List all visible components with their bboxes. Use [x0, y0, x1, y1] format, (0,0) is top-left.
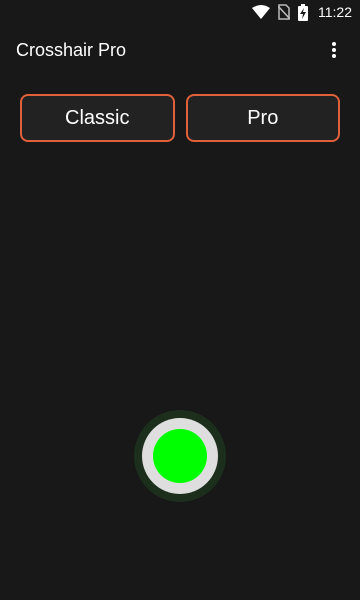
- crosshair-toggle-button[interactable]: [134, 410, 226, 502]
- clock: 11:22: [318, 4, 352, 20]
- app-title: Crosshair Pro: [16, 39, 127, 60]
- wifi-icon: [252, 5, 270, 19]
- crosshair-ring: [142, 418, 218, 494]
- app-bar: Crosshair Pro: [0, 24, 360, 76]
- classic-mode-button[interactable]: Classic: [20, 94, 175, 142]
- no-sim-icon: [278, 4, 290, 20]
- battery-charging-icon: [298, 3, 308, 21]
- status-bar: 11:22: [0, 0, 360, 24]
- crosshair-dot-icon: [153, 429, 207, 483]
- more-vert-icon[interactable]: [322, 38, 346, 62]
- mode-selector: Classic Pro: [20, 94, 340, 142]
- pro-mode-button[interactable]: Pro: [185, 94, 340, 142]
